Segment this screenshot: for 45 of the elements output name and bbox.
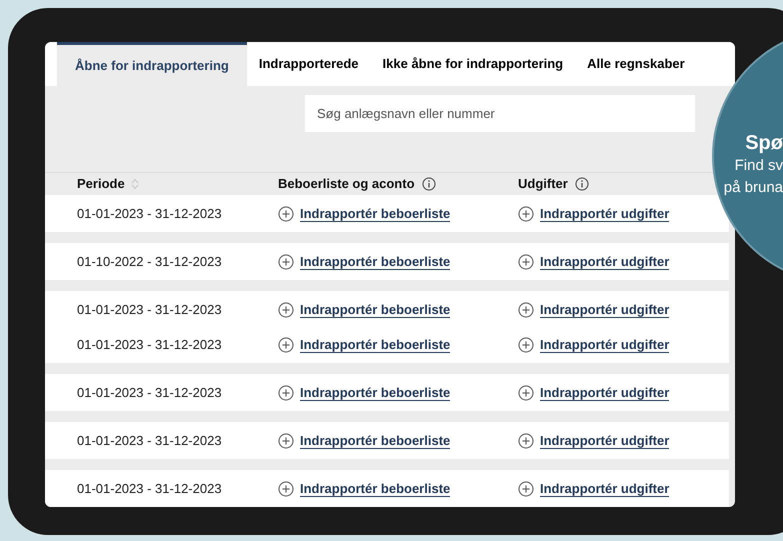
plus-circle-icon: [278, 432, 294, 448]
plus-circle-icon: [518, 384, 534, 400]
report-link[interactable]: Indrapportér udgifter: [540, 384, 670, 400]
column-header: Periode: [77, 175, 125, 194]
report-link[interactable]: Indrapportér beboerliste: [300, 336, 450, 352]
promo-text: Find sv: [734, 156, 783, 176]
period-text: 01-01-2023 - 31-12-2023: [77, 302, 222, 317]
report-link[interactable]: Indrapportér beboerliste: [300, 302, 450, 318]
promo-text: på bruna: [724, 178, 783, 198]
tab[interactable]: Åbne for indrapportering: [57, 42, 247, 86]
plus-circle-icon: [518, 480, 534, 496]
plus-circle-icon: [518, 336, 534, 352]
info-icon[interactable]: [422, 177, 436, 191]
plus-circle-icon: [278, 206, 294, 222]
report-link[interactable]: Indrapportér udgifter: [540, 480, 670, 496]
plus-circle-icon: [278, 336, 294, 352]
plus-circle-icon: [518, 206, 534, 222]
report-link[interactable]: Indrapportér udgifter: [540, 336, 670, 352]
plus-circle-icon: [278, 384, 294, 400]
report-link[interactable]: Indrapportér udgifter: [540, 206, 670, 222]
report-link[interactable]: Indrapportér beboerliste: [300, 480, 450, 496]
plus-circle-icon: [278, 254, 294, 270]
plus-circle-icon: [518, 432, 534, 448]
report-link[interactable]: Indrapportér udgifter: [540, 432, 670, 448]
report-link[interactable]: Indrapportér beboerliste: [300, 384, 450, 400]
period-text: 01-01-2023 - 31-12-2023: [77, 206, 222, 221]
plus-circle-icon: [278, 480, 294, 496]
report-link[interactable]: Indrapportér beboerliste: [300, 254, 450, 270]
report-link[interactable]: Indrapportér beboerliste: [300, 206, 450, 222]
period-text: 01-10-2022 - 31-12-2023: [77, 254, 222, 269]
period-text: 01-01-2023 - 31-12-2023: [77, 384, 222, 400]
report-link[interactable]: Indrapportér beboerliste: [300, 432, 450, 448]
info-icon[interactable]: [574, 177, 589, 191]
search-field[interactable]: Søg anlægsnavn eller nummer: [305, 95, 695, 132]
period-text: 01-01-2023 - 31-12-2023: [77, 432, 222, 448]
plus-circle-icon: [518, 254, 534, 270]
plus-circle-icon: [278, 302, 294, 318]
column-header: Beboerliste og aconto: [278, 175, 415, 194]
column-header: Udgifter: [518, 175, 568, 194]
plus-circle-icon: [518, 302, 534, 318]
report-link[interactable]: Indrapportér udgifter: [540, 254, 670, 270]
period-text: 01-01-2023 - 31-12-2023: [77, 480, 222, 496]
period-text: 01-01-2023 - 31-12-2023: [77, 336, 222, 352]
promo-title: Spø: [745, 131, 783, 155]
report-link[interactable]: Indrapportér udgifter: [540, 302, 670, 318]
